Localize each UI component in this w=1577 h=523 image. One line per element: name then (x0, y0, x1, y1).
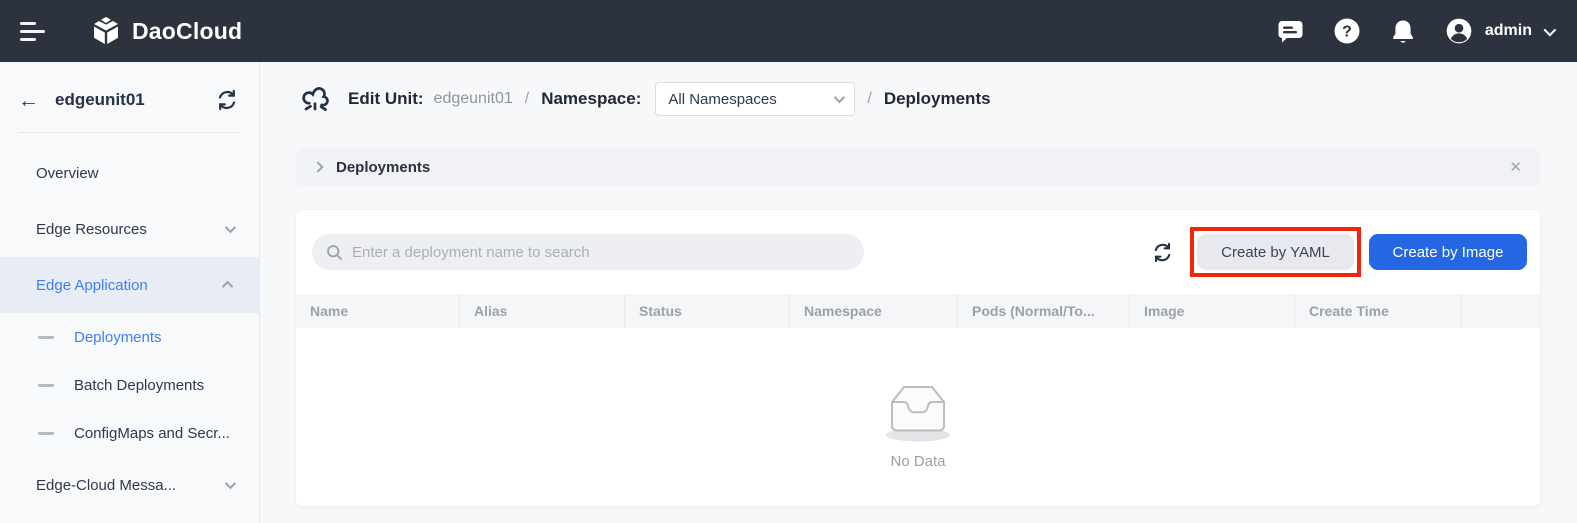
create-by-yaml-button[interactable]: Create by YAML (1197, 234, 1354, 270)
sidebar-item-label: Overview (36, 165, 99, 182)
sidebar-item-edge-cloud-message[interactable]: Edge-Cloud Messa... (0, 457, 259, 513)
chat-icon[interactable] (1277, 17, 1305, 45)
column-header-status: Status (625, 294, 790, 328)
column-header-image: Image (1130, 294, 1295, 328)
separator: / (525, 90, 529, 108)
column-header-namespace: Namespace (790, 294, 958, 328)
sidebar-item-label: Edge Resources (36, 221, 147, 238)
separator: / (867, 90, 871, 108)
switch-unit-icon[interactable] (215, 88, 239, 112)
chevron-down-icon (225, 478, 236, 489)
dash-icon (38, 384, 54, 387)
daocloud-cube-icon (90, 15, 122, 47)
column-header-pods: Pods (Normal/To... (958, 294, 1130, 328)
chevron-down-icon (834, 92, 845, 103)
sidebar-item-label: Edge-Cloud Messa... (36, 477, 176, 494)
namespace-select[interactable]: All Namespaces (655, 82, 855, 116)
column-header-actions (1462, 294, 1540, 328)
sidebar-item-overview[interactable]: Overview (0, 145, 259, 201)
main-content: Edit Unit: edgeunit01 / Namespace: All N… (260, 62, 1577, 523)
user-menu[interactable]: admin (1445, 17, 1553, 45)
table-header: Name Alias Status Namespace Pods (Normal… (296, 294, 1540, 328)
sidebar-item-batch-deployments[interactable]: Batch Deployments (0, 361, 259, 409)
breadcrumb-tab[interactable]: Deployments ✕ (296, 148, 1540, 186)
avatar (1445, 17, 1473, 45)
empty-state: No Data (296, 328, 1540, 506)
annotation-highlight-box: Create by YAML (1190, 227, 1361, 277)
refresh-icon[interactable] (1151, 241, 1174, 264)
unit-knot-icon (296, 80, 334, 118)
breadcrumb-label: Deployments (336, 159, 430, 176)
sidebar-item-edge-application[interactable]: Edge Application (0, 257, 259, 313)
column-header-name: Name (296, 294, 460, 328)
sidebar-nav: Overview Edge Resources Edge Application… (0, 133, 259, 513)
sidebar-item-label: Batch Deployments (74, 377, 204, 394)
help-icon[interactable]: ? (1333, 17, 1361, 45)
no-data-inbox-icon (877, 378, 959, 449)
toolbar: Create by YAML Create by Image (296, 210, 1540, 294)
close-icon[interactable]: ✕ (1509, 158, 1522, 176)
sidebar-item-label: Edge Application (36, 277, 148, 294)
brand-name: DaoCloud (132, 18, 242, 45)
chevron-up-icon (222, 281, 233, 292)
menu-toggle-icon[interactable] (20, 22, 46, 41)
create-by-image-button[interactable]: Create by Image (1369, 234, 1527, 270)
column-header-alias: Alias (460, 294, 625, 328)
sidebar-item-label: ConfigMaps and Secr... (74, 425, 230, 442)
search-icon (326, 244, 343, 261)
chevron-down-icon (225, 222, 236, 233)
notifications-bell-icon[interactable] (1389, 17, 1417, 45)
edit-unit-label: Edit Unit: (348, 89, 424, 109)
namespace-value: All Namespaces (668, 91, 776, 108)
top-navbar: DaoCloud ? (0, 0, 1577, 62)
unit-header: Edit Unit: edgeunit01 / Namespace: All N… (296, 75, 1540, 123)
no-data-text: No Data (890, 453, 945, 470)
search-box (312, 234, 864, 270)
dash-icon (38, 336, 54, 339)
svg-text:?: ? (1342, 24, 1352, 41)
column-header-create-time: Create Time (1295, 294, 1462, 328)
sidebar-item-edge-resources[interactable]: Edge Resources (0, 201, 259, 257)
sidebar-item-label: Deployments (74, 329, 162, 346)
brand-logo[interactable]: DaoCloud (90, 15, 242, 47)
search-input[interactable] (352, 244, 850, 261)
namespace-label: Namespace: (541, 89, 641, 109)
username: admin (1485, 22, 1532, 40)
dash-icon (38, 432, 54, 435)
unit-name-value: edgeunit01 (434, 90, 513, 108)
sidebar-item-deployments[interactable]: Deployments (0, 313, 259, 361)
chevron-down-icon (1544, 23, 1557, 36)
chevron-right-icon (312, 161, 323, 172)
back-icon[interactable]: ← (18, 90, 39, 111)
sidebar-unit-title: edgeunit01 (55, 90, 145, 110)
sidebar: ← edgeunit01 Overview Edge Resources (0, 62, 260, 523)
section-title: Deployments (884, 89, 991, 109)
deployments-card: Create by YAML Create by Image Name Alia… (296, 210, 1540, 506)
sidebar-item-configmaps-secrets[interactable]: ConfigMaps and Secr... (0, 409, 259, 457)
